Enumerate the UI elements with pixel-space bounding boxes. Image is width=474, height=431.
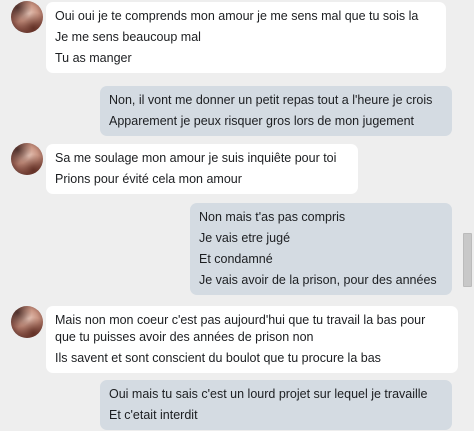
message-text: Je vais avoir de la prison, pour des ann… bbox=[199, 273, 437, 287]
message-text: Non, il vont me donner un petit repas to… bbox=[109, 93, 433, 107]
message-text: Non mais t'as pas compris bbox=[199, 210, 346, 224]
message-text: Ils savent et sont conscient du boulot q… bbox=[55, 351, 381, 365]
message-text: Sa me soulage mon amour je suis inquiête… bbox=[55, 151, 337, 165]
message-text: Tu as manger bbox=[55, 51, 132, 65]
message-text: Je vais etre jugé bbox=[199, 231, 291, 245]
message-text: Je me sens beaucoup mal bbox=[55, 30, 201, 44]
scrollbar-thumb[interactable] bbox=[463, 233, 472, 287]
message-text: Et condamné bbox=[199, 252, 273, 266]
incoming-message-bubble: Oui oui je te comprends mon amour je me … bbox=[46, 2, 446, 73]
contact-avatar[interactable] bbox=[11, 1, 43, 33]
incoming-message-bubble: Sa me soulage mon amour je suis inquiête… bbox=[46, 144, 358, 194]
vertical-scrollbar[interactable] bbox=[462, 0, 474, 431]
contact-avatar[interactable] bbox=[11, 143, 43, 175]
message-text: Oui oui je te comprends mon amour je me … bbox=[55, 9, 419, 23]
outgoing-message-bubble: Non mais t'as pas compris Je vais etre j… bbox=[190, 203, 452, 295]
message-text: Oui mais tu sais c'est un lourd projet s… bbox=[109, 387, 428, 401]
message-list[interactable]: Oui oui je te comprends mon amour je me … bbox=[0, 0, 462, 431]
contact-avatar[interactable] bbox=[11, 306, 43, 338]
chat-window: Oui oui je te comprends mon amour je me … bbox=[0, 0, 474, 431]
message-text: Prions pour évité cela mon amour bbox=[55, 172, 242, 186]
incoming-message-bubble: Mais non mon coeur c'est pas aujourd'hui… bbox=[46, 306, 458, 373]
outgoing-message-bubble: Oui mais tu sais c'est un lourd projet s… bbox=[100, 380, 452, 430]
message-text: Et c'etait interdit bbox=[109, 408, 198, 422]
outgoing-message-bubble: Non, il vont me donner un petit repas to… bbox=[100, 86, 452, 136]
message-text: Mais non mon coeur c'est pas aujourd'hui… bbox=[55, 313, 426, 344]
message-text: Apparement je peux risquer gros lors de … bbox=[109, 114, 415, 128]
